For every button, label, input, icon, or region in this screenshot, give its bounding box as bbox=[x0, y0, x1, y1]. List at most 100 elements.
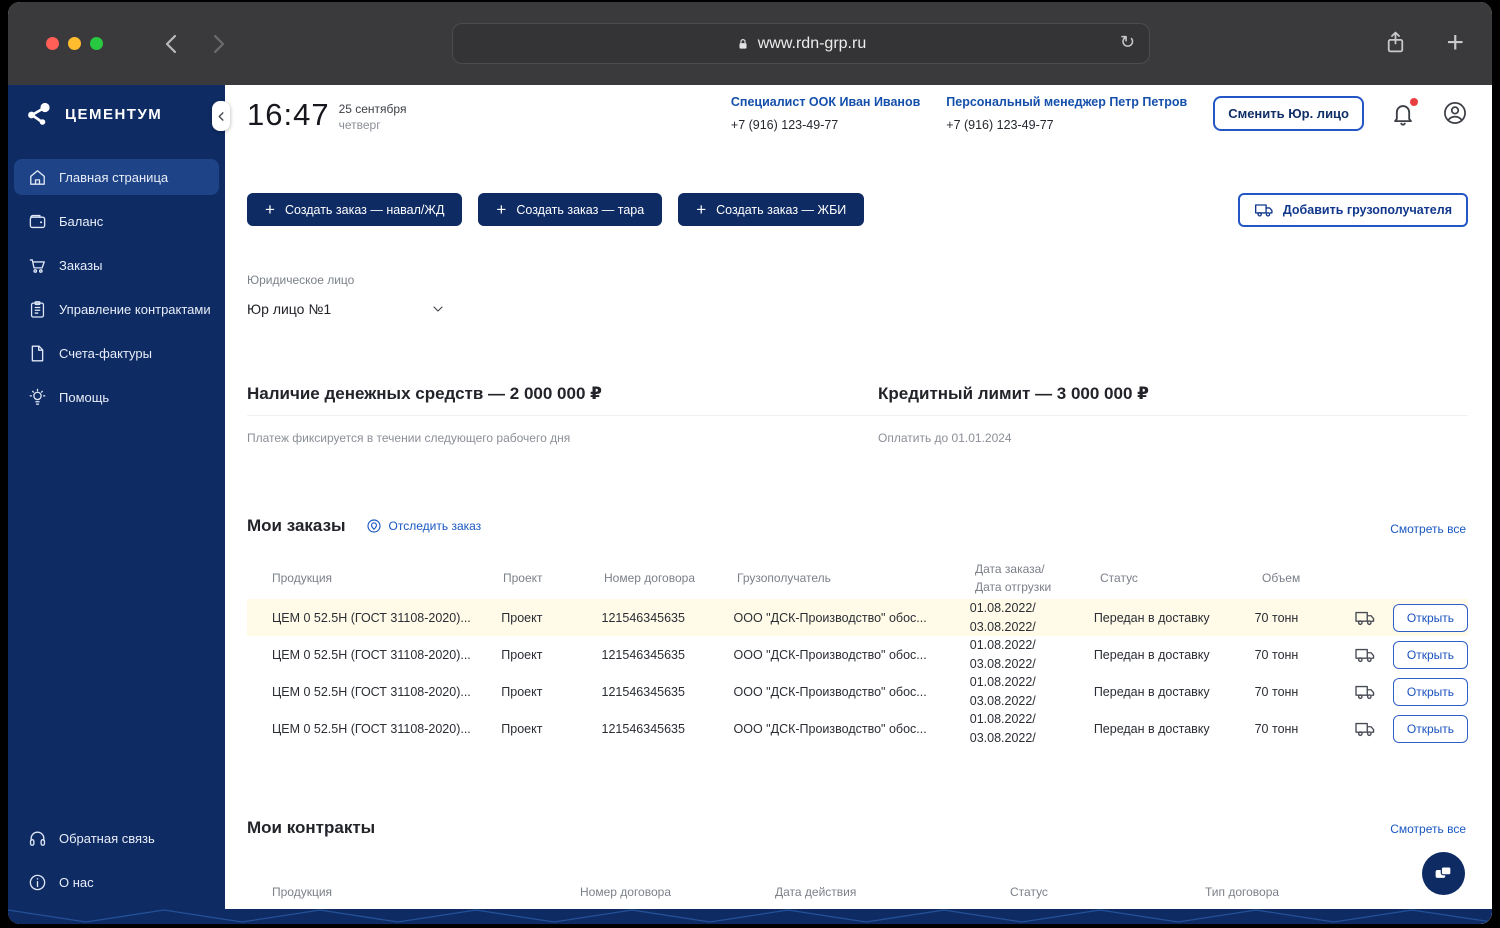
order-row[interactable]: ЦЕМ 0 52.5Н (ГОСТ 31108-2020)... Проект … bbox=[247, 636, 1468, 673]
sidebar-item-label: Баланс bbox=[59, 213, 104, 229]
sidebar-item-help[interactable]: Помощь bbox=[14, 379, 219, 415]
info-icon bbox=[28, 873, 47, 892]
col-volume: Объем bbox=[1262, 571, 1301, 585]
sidebar-item-label: Заказы bbox=[59, 257, 103, 273]
specialist-contact: Специалист ООК Иван Иванов +7 (916) 123-… bbox=[731, 95, 920, 132]
col-consignee: Грузополучатель bbox=[737, 571, 831, 585]
open-order-button[interactable]: Открыть bbox=[1392, 603, 1468, 632]
create-order-bulk-button[interactable]: + Создать заказ — навал/ЖД bbox=[247, 193, 463, 226]
legal-entity-select[interactable]: Юр лицо №1 bbox=[247, 301, 445, 317]
headphones-icon bbox=[28, 829, 47, 848]
logo: ЦЕМЕНТУМ bbox=[8, 85, 225, 127]
sidebar-item-home[interactable]: Главная страница bbox=[14, 159, 219, 195]
footer-decor-strip bbox=[8, 909, 1492, 924]
contracts-table-header: Продукция Номер договора Дата действия С… bbox=[247, 871, 1468, 913]
contracts-see-all-link[interactable]: Смотреть все bbox=[1390, 822, 1466, 836]
open-order-button[interactable]: Открыть bbox=[1392, 640, 1468, 669]
col-status: Статус bbox=[1010, 885, 1048, 899]
document-icon bbox=[28, 344, 47, 363]
address-bar[interactable]: www.rdn-grp.ru ↻ bbox=[452, 23, 1150, 64]
lock-icon bbox=[736, 36, 750, 52]
credit-limit-title: Кредитный лимит — 3 000 000 ₽ bbox=[878, 384, 1149, 403]
sidebar-item-feedback[interactable]: Обратная связь bbox=[14, 820, 219, 856]
specialist-name: Специалист ООК Иван Иванов bbox=[730, 95, 921, 109]
contracts-section-title: Мои контракты bbox=[247, 818, 376, 837]
cash-balance-note: Платеж фиксируется в течении следующего … bbox=[247, 431, 571, 445]
open-order-button[interactable]: Открыть bbox=[1392, 677, 1468, 706]
browser-chrome: www.rdn-grp.ru ↻ + bbox=[8, 2, 1492, 85]
plus-icon: + bbox=[696, 199, 707, 219]
sidebar-item-orders[interactable]: Заказы bbox=[14, 247, 219, 283]
browser-back-icon[interactable] bbox=[160, 32, 184, 56]
order-actions: + Создать заказ — навал/ЖД + Создать зак… bbox=[247, 193, 1468, 227]
minimize-window-button[interactable] bbox=[68, 37, 81, 50]
chevron-down-icon bbox=[431, 302, 445, 316]
credit-limit-note: Оплатить до 01.01.2024 bbox=[878, 431, 1012, 445]
notification-badge bbox=[1410, 98, 1418, 106]
url-text: www.rdn-grp.ru bbox=[757, 34, 867, 52]
wallet-icon bbox=[28, 212, 47, 231]
delivery-truck-icon[interactable] bbox=[1354, 683, 1376, 701]
order-row[interactable]: ЦЕМ 0 52.5Н (ГОСТ 31108-2020)... Проект … bbox=[247, 710, 1468, 747]
legal-entity-block: Юридическое лицо Юр лицо №1 bbox=[247, 273, 445, 317]
clock-block: 16:47 25 сентября четверг bbox=[247, 97, 406, 133]
sidebar-item-balance[interactable]: Баланс bbox=[14, 203, 219, 239]
chat-button[interactable] bbox=[1422, 852, 1465, 895]
legal-entity-value: Юр лицо №1 bbox=[247, 301, 332, 317]
col-contract: Номер договора bbox=[604, 571, 695, 585]
track-order-link[interactable]: Отследить заказ bbox=[366, 518, 481, 534]
sidebar-item-contract-management[interactable]: Управление контрактами bbox=[14, 291, 219, 327]
col-dates: Дата заказа/ Дата отгрузки bbox=[975, 562, 1052, 594]
home-icon bbox=[28, 168, 47, 187]
add-consignee-button[interactable]: Добавить грузополучателя bbox=[1237, 193, 1468, 227]
delivery-truck-icon[interactable] bbox=[1354, 609, 1376, 627]
orders-table: Продукция Проект Номер договора Грузопол… bbox=[247, 557, 1468, 747]
sidebar-item-label: О нас bbox=[59, 874, 94, 890]
browser-forward-icon[interactable] bbox=[206, 32, 230, 56]
specialist-phone: +7 (916) 123-49-77 bbox=[730, 118, 839, 132]
delivery-truck-icon[interactable] bbox=[1354, 720, 1376, 738]
traffic-lights bbox=[46, 37, 103, 50]
browser-window: www.rdn-grp.ru ↻ + ЦЕМЕНТУМ Главная стра… bbox=[8, 2, 1492, 924]
sidebar-collapse-button[interactable] bbox=[212, 101, 230, 131]
zoom-window-button[interactable] bbox=[90, 37, 103, 50]
lightbulb-icon bbox=[28, 388, 47, 407]
new-tab-icon[interactable]: + bbox=[1446, 28, 1464, 58]
manager-contact: Персональный менеджер Петр Петров +7 (91… bbox=[946, 95, 1187, 132]
current-date: 25 сентября bbox=[338, 102, 407, 116]
notifications-bell-icon[interactable] bbox=[1390, 98, 1418, 126]
create-order-zhbi-button[interactable]: + Создать заказ — ЖБИ bbox=[678, 193, 865, 226]
col-product: Продукция bbox=[272, 885, 333, 899]
sidebar-item-label: Помощь bbox=[59, 389, 110, 405]
delivery-truck-icon[interactable] bbox=[1354, 646, 1376, 664]
close-window-button[interactable] bbox=[46, 37, 59, 50]
sidebar-menu: Главная страница Баланс Заказы Управлени… bbox=[8, 159, 225, 415]
orders-see-all-link[interactable]: Смотреть все bbox=[1390, 522, 1466, 536]
sidebar-footer: Обратная связь О нас bbox=[14, 820, 219, 908]
create-order-tare-button[interactable]: + Создать заказ — тара bbox=[478, 193, 663, 226]
change-legal-entity-button[interactable]: Сменить Юр. лицо bbox=[1213, 96, 1364, 131]
order-row[interactable]: ЦЕМ 0 52.5Н (ГОСТ 31108-2020)... Проект … bbox=[247, 599, 1468, 636]
main-content: 16:47 25 сентября четверг Специалист ООК… bbox=[225, 85, 1492, 924]
cart-icon bbox=[28, 256, 47, 275]
orders-table-header: Продукция Проект Номер договора Грузопол… bbox=[247, 557, 1468, 599]
current-weekday: четверг bbox=[338, 117, 381, 132]
sidebar-item-label: Управление контрактами bbox=[59, 301, 211, 317]
open-order-button[interactable]: Открыть bbox=[1392, 714, 1468, 743]
manager-name: Персональный менеджер Петр Петров bbox=[946, 95, 1188, 109]
sidebar: ЦЕМЕНТУМ Главная страница Баланс Заказы … bbox=[8, 85, 225, 924]
header-right: Специалист ООК Иван Иванов +7 (916) 123-… bbox=[731, 95, 1468, 132]
sidebar-item-about[interactable]: О нас bbox=[14, 864, 219, 900]
divider bbox=[247, 415, 1468, 416]
order-row[interactable]: ЦЕМ 0 52.5Н (ГОСТ 31108-2020)... Проект … bbox=[247, 673, 1468, 710]
orders-section-title: Мои заказы bbox=[247, 516, 346, 535]
clipboard-icon bbox=[28, 300, 47, 319]
sidebar-item-invoices[interactable]: Счета-фактуры bbox=[14, 335, 219, 371]
track-order-icon bbox=[366, 518, 382, 534]
legal-entity-label: Юридическое лицо bbox=[247, 273, 355, 287]
account-icon[interactable] bbox=[1442, 100, 1468, 126]
truck-icon bbox=[1254, 200, 1274, 220]
sidebar-item-label: Счета-фактуры bbox=[59, 345, 152, 361]
reload-icon[interactable]: ↻ bbox=[1120, 32, 1135, 53]
share-icon[interactable] bbox=[1383, 30, 1408, 60]
